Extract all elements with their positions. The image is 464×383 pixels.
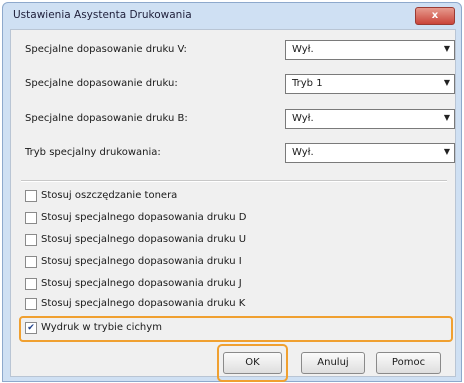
checkbox-box[interactable]	[25, 256, 37, 268]
title-bar: Ustawienia Asystenta Drukowania x	[3, 3, 461, 29]
divider	[21, 180, 447, 182]
checkbox-special-adjust-k[interactable]: Stosuj specjalnego dopasowania druku K	[25, 296, 445, 312]
help-button[interactable]: Pomoc	[376, 352, 441, 374]
special-adjust-v-select[interactable]: Wył. ▼	[285, 40, 455, 60]
checkbox-special-adjust-j[interactable]: Stosuj specjalnego dopasowania druku J	[25, 276, 445, 292]
select-value: Wył.	[292, 113, 314, 124]
setting-row-special-print-mode: Tryb specjalny drukowania: Wył. ▼	[23, 143, 455, 163]
checkbox-special-adjust-d[interactable]: Stosuj specjalnego dopasowania druku D	[25, 210, 445, 226]
checkbox-box[interactable]	[25, 298, 37, 310]
chevron-down-icon: ▼	[443, 147, 450, 156]
close-button[interactable]: x	[415, 7, 455, 25]
checkbox-box[interactable]	[25, 190, 37, 202]
special-adjust-b-select[interactable]: Wył. ▼	[285, 109, 455, 129]
special-adjust-select[interactable]: Tryb 1 ▼	[285, 74, 455, 94]
chevron-down-icon: ▼	[443, 44, 450, 53]
checkbox-label: Stosuj oszczędzanie tonera	[41, 190, 178, 201]
checkbox-label: Stosuj specjalnego dopasowania druku I	[41, 256, 242, 267]
dialog-title: Ustawienia Asystenta Drukowania	[13, 9, 192, 21]
checkbox-label: Stosuj specjalnego dopasowania druku U	[41, 234, 247, 245]
checkbox-special-adjust-i[interactable]: Stosuj specjalnego dopasowania druku I	[25, 254, 445, 270]
checkbox-box[interactable]	[25, 234, 37, 246]
checkbox-toner-saving[interactable]: Stosuj oszczędzanie tonera	[25, 188, 445, 204]
setting-label: Specjalne dopasowanie druku B:	[25, 113, 188, 124]
checkbox-box[interactable]	[25, 278, 37, 290]
setting-label: Specjalne dopasowanie druku:	[25, 78, 178, 89]
chevron-down-icon: ▼	[443, 78, 450, 87]
close-icon: x	[431, 10, 439, 21]
special-print-mode-select[interactable]: Wył. ▼	[285, 143, 455, 163]
dialog-body: Specjalne dopasowanie druku V: Wył. ▼ Sp…	[10, 29, 456, 382]
checkbox-label: Stosuj specjalnego dopasowania druku D	[41, 212, 247, 223]
cancel-button[interactable]: Anuluj	[301, 352, 365, 374]
checkbox-box[interactable]	[25, 212, 37, 224]
checkbox-label: Wydruk w trybie cichym	[41, 322, 162, 333]
setting-label: Specjalne dopasowanie druku V:	[25, 44, 187, 55]
select-value: Wył.	[292, 44, 314, 55]
print-assistant-settings-dialog: Ustawienia Asystenta Drukowania x Specja…	[2, 2, 462, 382]
checkbox-label: Stosuj specjalnego dopasowania druku J	[41, 278, 242, 289]
ok-button[interactable]: OK	[223, 352, 282, 374]
chevron-down-icon: ▼	[443, 113, 450, 122]
setting-row-special-adjust-b: Specjalne dopasowanie druku B: Wył. ▼	[23, 109, 455, 129]
checkbox-quiet-mode[interactable]: ✔ Wydruk w trybie cichym	[25, 320, 445, 336]
checkmark-icon[interactable]: ✔	[25, 322, 37, 334]
select-value: Wył.	[292, 147, 314, 158]
setting-row-special-adjust-v: Specjalne dopasowanie druku V: Wył. ▼	[23, 40, 455, 60]
checkbox-special-adjust-u[interactable]: Stosuj specjalnego dopasowania druku U	[25, 232, 445, 248]
setting-label: Tryb specjalny drukowania:	[25, 147, 161, 158]
select-value: Tryb 1	[292, 78, 323, 89]
setting-row-special-adjust: Specjalne dopasowanie druku: Tryb 1 ▼	[23, 74, 455, 94]
checkbox-label: Stosuj specjalnego dopasowania druku K	[41, 298, 246, 309]
